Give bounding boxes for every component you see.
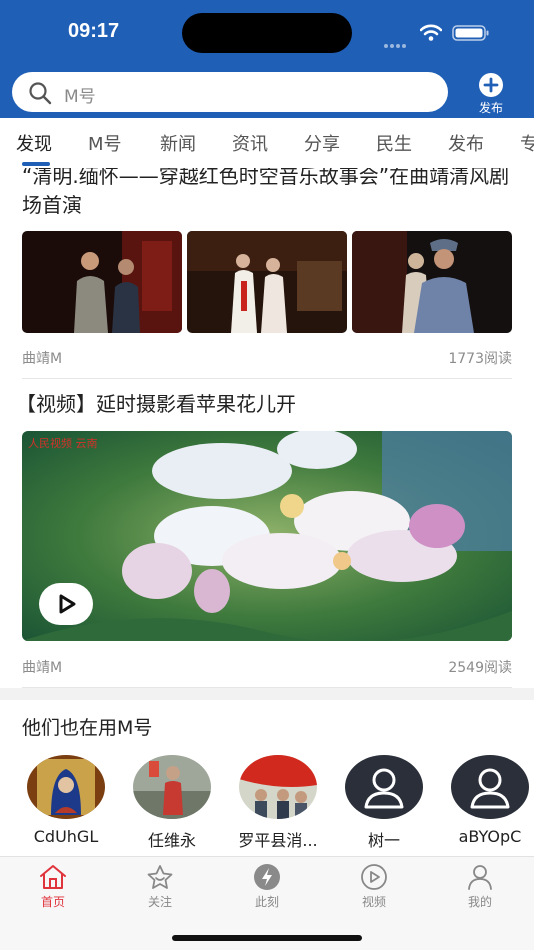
- nav-label: 关注: [147, 895, 172, 909]
- avatar: [27, 755, 105, 819]
- tab-news[interactable]: 新闻: [160, 130, 196, 156]
- article-image[interactable]: [187, 231, 347, 333]
- article-image[interactable]: [352, 231, 512, 333]
- tab-info[interactable]: 资讯: [232, 130, 268, 156]
- user-card[interactable]: 罗平县消...: [228, 755, 328, 851]
- video-thumbnail[interactable]: 人民视频 云南: [22, 431, 512, 641]
- article-reads: 1773阅读: [448, 351, 512, 367]
- status-time: 09:17: [68, 20, 120, 42]
- nav-home[interactable]: 首页: [23, 863, 83, 910]
- play-button[interactable]: [39, 583, 93, 625]
- user-name: 树一: [367, 831, 400, 850]
- user-card[interactable]: 树一: [334, 755, 434, 851]
- video-image: 人民视频 云南: [22, 431, 512, 641]
- nav-label: 此刻: [254, 895, 279, 909]
- nav-label: 我的: [467, 895, 492, 909]
- user-name: CdUhGL: [33, 827, 99, 846]
- user-name: 罗平县消...: [238, 831, 318, 850]
- divider: [22, 378, 512, 379]
- play-icon: [361, 864, 387, 890]
- user-name: 任维永: [147, 831, 196, 850]
- header: 09:17 M号 发布: [0, 0, 534, 118]
- section-gap: [0, 688, 534, 700]
- article-reads: 2549阅读: [448, 660, 512, 676]
- tab-special[interactable]: 专: [520, 130, 534, 156]
- battery-icon: [452, 25, 489, 41]
- search-icon: [29, 82, 52, 105]
- avatar: [239, 755, 317, 819]
- user-card[interactable]: 任维永: [122, 755, 222, 851]
- nav-label: 视频: [361, 895, 386, 909]
- user-icon: [468, 865, 492, 890]
- tab-indicator: [22, 162, 50, 166]
- user-card[interactable]: aBYOpC: [440, 755, 534, 846]
- article-title[interactable]: 【视频】延时摄影看苹果花儿开: [16, 390, 506, 419]
- default-avatar-icon: [451, 755, 529, 819]
- publish-label: 发布: [478, 101, 503, 115]
- plus-icon: [479, 73, 503, 97]
- search-input[interactable]: M号: [12, 72, 448, 112]
- dynamic-island: [182, 13, 352, 53]
- article-source: 曲靖M: [22, 660, 63, 676]
- nav-mine[interactable]: 我的: [450, 863, 510, 910]
- article-source: 曲靖M: [22, 351, 63, 367]
- article-title[interactable]: “清明.缅怀——穿越红色时空音乐故事会”在曲靖清风剧场首演: [22, 168, 512, 220]
- lightning-icon: [254, 864, 280, 890]
- nav-video[interactable]: 视频: [344, 863, 404, 910]
- search-placeholder: M号: [64, 87, 96, 107]
- tab-m-number[interactable]: M号: [88, 130, 122, 156]
- star-icon: [147, 865, 173, 889]
- feed: “清明.缅怀——穿越红色时空音乐故事会”在曲靖清风剧场首演 曲靖M 1773阅读…: [0, 168, 534, 856]
- users-heading: 他们也在用M号: [22, 717, 153, 739]
- tab-share[interactable]: 分享: [304, 130, 340, 156]
- nav-moment[interactable]: 此刻: [237, 863, 297, 910]
- avatar: [133, 755, 211, 819]
- user-name: aBYOpC: [458, 827, 522, 846]
- bottom-nav: 首页 关注 此刻 视频 我的: [0, 856, 534, 950]
- user-card[interactable]: CdUhGL: [16, 755, 116, 846]
- article-image[interactable]: [22, 231, 182, 333]
- home-indicator[interactable]: [172, 935, 362, 941]
- wifi-icon: [420, 24, 442, 41]
- publish-button[interactable]: 发布: [470, 72, 512, 116]
- video-watermark: 人民视频 云南: [28, 436, 98, 450]
- nav-label: 首页: [40, 895, 65, 909]
- default-avatar-icon: [345, 755, 423, 819]
- home-icon: [40, 865, 66, 889]
- tab-livelihood[interactable]: 民生: [376, 130, 412, 156]
- signal-icon: [384, 33, 410, 48]
- tab-discover[interactable]: 发现: [16, 130, 52, 156]
- tab-publish[interactable]: 发布: [448, 130, 484, 156]
- play-icon: [59, 594, 76, 614]
- nav-follow[interactable]: 关注: [130, 863, 190, 910]
- category-tabs: 发现 M号 新闻 资讯 分享 民生 发布 专: [0, 118, 534, 168]
